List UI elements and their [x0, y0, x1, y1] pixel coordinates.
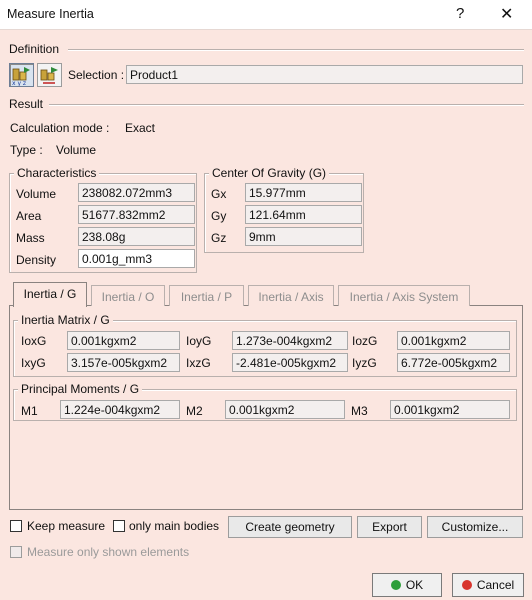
selection-field[interactable]: Product1	[126, 65, 523, 84]
m2-label: M2	[186, 404, 203, 418]
m1-field: 1.224e-004kgxm2	[60, 400, 180, 419]
tab-inertia-axis[interactable]: Inertia / Axis	[248, 285, 334, 306]
window-title: Measure Inertia	[7, 7, 94, 21]
cancel-label: Cancel	[476, 578, 515, 592]
ioyg-label: IoyG	[186, 334, 212, 348]
calc-mode-label: Calculation mode :	[10, 121, 110, 135]
tab-inertia-o[interactable]: Inertia / O	[91, 285, 165, 306]
help-button[interactable]: ?	[456, 5, 464, 22]
inertia-matrix-title: Inertia Matrix / G	[18, 313, 113, 327]
title-bar: Measure Inertia ? ✕	[0, 0, 532, 30]
measure-only-shown-label: Measure only shown elements	[27, 545, 190, 559]
gz-field: 9mm	[245, 227, 362, 246]
density-label: Density	[16, 253, 57, 267]
center-of-gravity-title: Center Of Gravity (G)	[209, 166, 330, 180]
definition-divider	[68, 49, 524, 51]
characteristics-title: Characteristics	[14, 166, 100, 180]
iyzg-label: IyzG	[352, 356, 377, 370]
result-label: Result	[9, 97, 44, 111]
ioxg-label: IoxG	[21, 334, 47, 348]
keep-measure-label: Keep measure	[27, 519, 106, 533]
iyzg-field: 6.772e-005kgxm2	[397, 353, 510, 372]
ixyg-field: 3.157e-005kgxm2	[67, 353, 180, 372]
m1-label: M1	[21, 404, 38, 418]
gy-field: 121.64mm	[245, 205, 362, 224]
ok-label: OK	[405, 578, 424, 592]
only-main-bodies-checkbox[interactable]	[113, 520, 125, 532]
ioxg-field: 0.001kgxm2	[67, 331, 180, 350]
principal-moments-title: Principal Moments / G	[18, 382, 143, 396]
result-divider	[49, 104, 524, 106]
ok-button[interactable]: OK	[372, 573, 442, 597]
only-main-bodies-label: only main bodies	[129, 519, 220, 533]
ioyg-field: 1.273e-004kgxm2	[232, 331, 348, 350]
tab-inertia-axis-system[interactable]: Inertia / Axis System	[338, 285, 470, 306]
cancel-icon	[461, 580, 472, 590]
ok-icon	[390, 580, 401, 590]
area-label: Area	[16, 209, 42, 223]
mass-field: 238.08g	[78, 227, 195, 246]
keep-measure-checkbox[interactable]	[10, 520, 22, 532]
customize-button[interactable]: Customize...	[427, 516, 523, 538]
tab-inertia-p[interactable]: Inertia / P	[169, 285, 244, 306]
volume-label: Volume	[16, 187, 57, 201]
area-field: 51677.832mm2	[78, 205, 195, 224]
create-geometry-button[interactable]: Create geometry	[228, 516, 352, 538]
iozg-label: IozG	[352, 334, 378, 348]
m3-field: 0.001kgxm2	[390, 400, 510, 419]
tab-inertia-g[interactable]: Inertia / G	[13, 282, 87, 307]
ixzg-label: IxzG	[186, 356, 211, 370]
definition-label: Definition	[9, 42, 60, 56]
gy-label: Gy	[211, 209, 227, 223]
type-label: Type :	[10, 143, 43, 157]
gz-label: Gz	[211, 231, 227, 245]
calc-mode-value: Exact	[125, 121, 156, 135]
type-value: Volume	[56, 143, 97, 157]
m3-label: M3	[351, 404, 368, 418]
m2-field: 0.001kgxm2	[225, 400, 345, 419]
gx-label: Gx	[211, 187, 227, 201]
selection-label: Selection :	[68, 68, 125, 82]
close-button[interactable]: ✕	[500, 4, 513, 24]
export-button[interactable]: Export	[357, 516, 422, 538]
gx-field: 15.977mm	[245, 183, 362, 202]
iozg-field: 0.001kgxm2	[397, 331, 510, 350]
measure-only-shown-checkbox[interactable]	[10, 546, 22, 558]
measure-mode-icon-pressed[interactable]: x y z	[9, 63, 34, 87]
ixyg-label: IxyG	[21, 356, 46, 370]
volume-field: 238082.072mm3	[78, 183, 195, 202]
cancel-button[interactable]: Cancel	[452, 573, 524, 597]
ixzg-field: -2.481e-005kgxm2	[232, 353, 348, 372]
svg-text:x y z: x y z	[12, 80, 26, 86]
measure-mode-icon[interactable]	[37, 63, 62, 87]
mass-label: Mass	[16, 231, 45, 245]
density-field[interactable]: 0.001g_mm3	[78, 249, 195, 268]
